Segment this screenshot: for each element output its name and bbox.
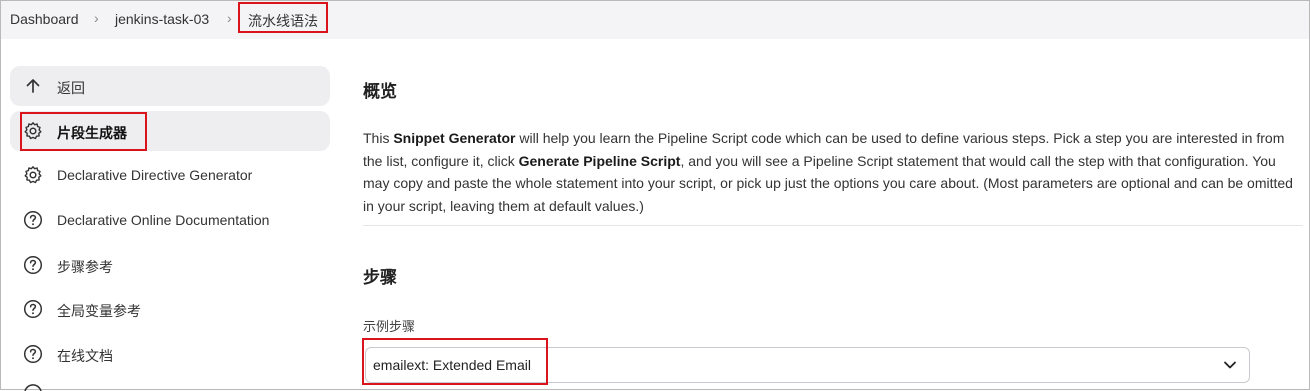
chevron-right-icon: ›: [227, 10, 232, 26]
breadcrumb-dashboard[interactable]: Dashboard: [10, 11, 79, 27]
sidebar-item-label: 全局变量参考: [57, 303, 141, 319]
help-circle-icon: [23, 255, 43, 275]
highlight-box: [362, 338, 548, 385]
highlight-box: [20, 112, 147, 151]
breadcrumb-job[interactable]: jenkins-task-03: [115, 11, 209, 27]
gear-icon: [24, 166, 42, 184]
sidebar-item-global-variable-reference[interactable]: 全局变量参考: [10, 289, 330, 329]
overview-title: 概览: [363, 82, 397, 101]
help-circle-icon: [23, 299, 43, 319]
help-circle-icon: [23, 210, 43, 230]
chevron-down-icon: [1224, 361, 1236, 369]
sample-step-label: 示例步骤: [363, 319, 416, 334]
intro-text: This Snippet Generator will help you lea…: [363, 130, 1293, 214]
sidebar-item-label: 步骤参考: [57, 259, 113, 275]
sidebar-item-label: Declarative Directive Generator: [57, 167, 253, 183]
sidebar-item-label: 返回: [57, 80, 85, 96]
sidebar-item-online-documentation[interactable]: 在线文档: [10, 334, 330, 374]
help-circle-icon: [23, 344, 43, 364]
highlight-box: [238, 2, 328, 33]
generate-pipeline-script-term: Generate Pipeline Script: [518, 152, 681, 169]
sidebar-item-declarative-online-documentation[interactable]: Declarative Online Documentation: [10, 200, 330, 240]
sidebar-item-back[interactable]: 返回: [10, 66, 330, 106]
sidebar-item-step-reference[interactable]: 步骤参考: [10, 245, 330, 285]
divider: [363, 225, 1303, 226]
sidebar-item-label: Declarative Online Documentation: [57, 212, 270, 228]
chevron-right-icon: ›: [94, 10, 99, 26]
breadcrumb: Dashboard › jenkins-task-03 › 流水线语法: [1, 1, 1309, 39]
steps-title: 步骤: [363, 268, 397, 287]
sidebar-item-label: 在线文档: [57, 348, 113, 364]
sidebar-item-declarative-directive-generator[interactable]: Declarative Directive Generator: [10, 155, 330, 195]
snippet-generator-term: Snippet Generator: [393, 130, 516, 146]
arrow-up-icon: [26, 79, 40, 93]
